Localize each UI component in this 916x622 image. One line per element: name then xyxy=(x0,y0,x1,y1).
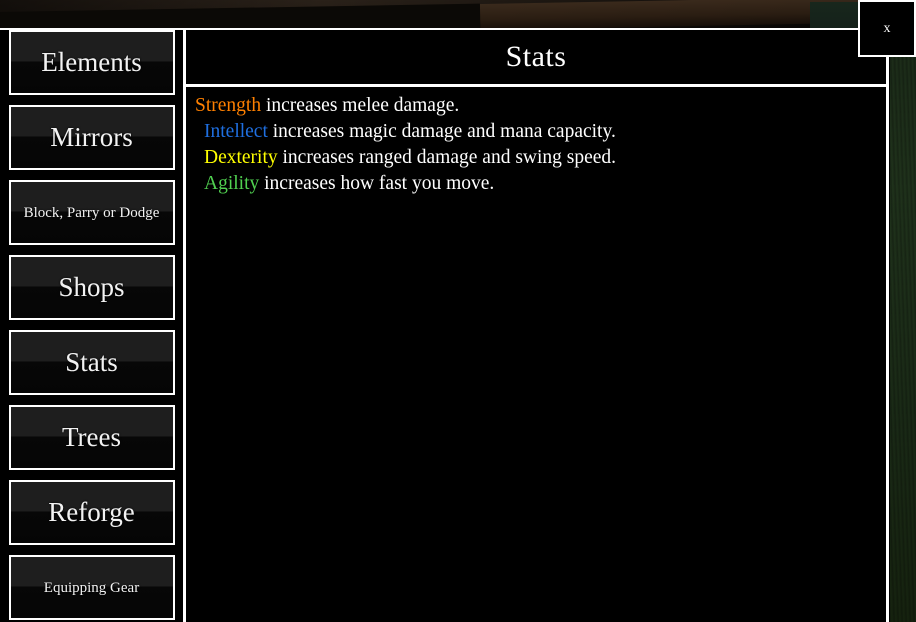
stat-line: Dexterity increases ranged damage and sw… xyxy=(195,145,885,171)
stat-name: Dexterity xyxy=(204,147,278,168)
stats-description-list: Strength increases melee damage. Intellec… xyxy=(195,93,885,197)
sidebar-item-label: Reforge xyxy=(48,497,135,527)
sidebar-item-elements[interactable]: Elements xyxy=(8,30,175,95)
page-title: Stats xyxy=(505,40,567,73)
sidebar-scroll-area[interactable]: Elements Mirrors Block, Parry or Dodge Shop… xyxy=(0,30,183,622)
content-panel: Stats Strength increases melee damage. In… xyxy=(183,30,889,622)
sidebar-item-trees[interactable]: Trees xyxy=(8,405,175,470)
sidebar-item-label: Stats xyxy=(65,347,118,377)
sidebar-item-label: Equipping Gear xyxy=(43,579,140,596)
sidebar-item-shops[interactable]: Shops xyxy=(8,255,175,320)
sidebar-item-mirrors[interactable]: Mirrors xyxy=(8,105,175,170)
sidebar-item-reforge[interactable]: Reforge xyxy=(8,480,175,545)
guide-window: Elements Mirrors Block, Parry or Dodge Shop… xyxy=(0,0,916,622)
stat-line: Intellect increases magic damage and man… xyxy=(195,119,885,145)
sidebar-item-block-parry-or-dodge[interactable]: Block, Parry or Dodge xyxy=(8,180,175,245)
stat-name: Intellect xyxy=(204,121,268,142)
stat-description: increases how fast you move. xyxy=(259,173,495,194)
stat-name: Strength xyxy=(195,95,262,116)
stat-line: Agility increases how fast you move. xyxy=(195,171,885,197)
stat-name: Agility xyxy=(204,173,260,194)
sidebar-item-label: Elements xyxy=(41,47,142,77)
sidebar-item-label: Shops xyxy=(58,272,125,302)
close-button[interactable]: x xyxy=(858,0,916,57)
sidebar-item-label: Mirrors xyxy=(50,122,133,152)
title-divider xyxy=(186,84,889,87)
stat-description: increases melee damage. xyxy=(261,95,460,116)
stat-line: Strength increases melee damage. xyxy=(195,93,885,119)
sidebar-panel: Elements Mirrors Block, Parry or Dodge Shop… xyxy=(0,30,183,622)
stat-description: increases ranged damage and swing speed. xyxy=(277,147,617,168)
stat-description: increases magic damage and mana capacity… xyxy=(267,121,616,142)
sidebar-item-stats[interactable]: Stats xyxy=(8,330,175,395)
sidebar-item-label: Trees xyxy=(61,422,121,452)
sidebar-item-equipping-gear[interactable]: Equipping Gear xyxy=(8,555,175,620)
sidebar-item-label: Block, Parry or Dodge xyxy=(23,204,160,221)
